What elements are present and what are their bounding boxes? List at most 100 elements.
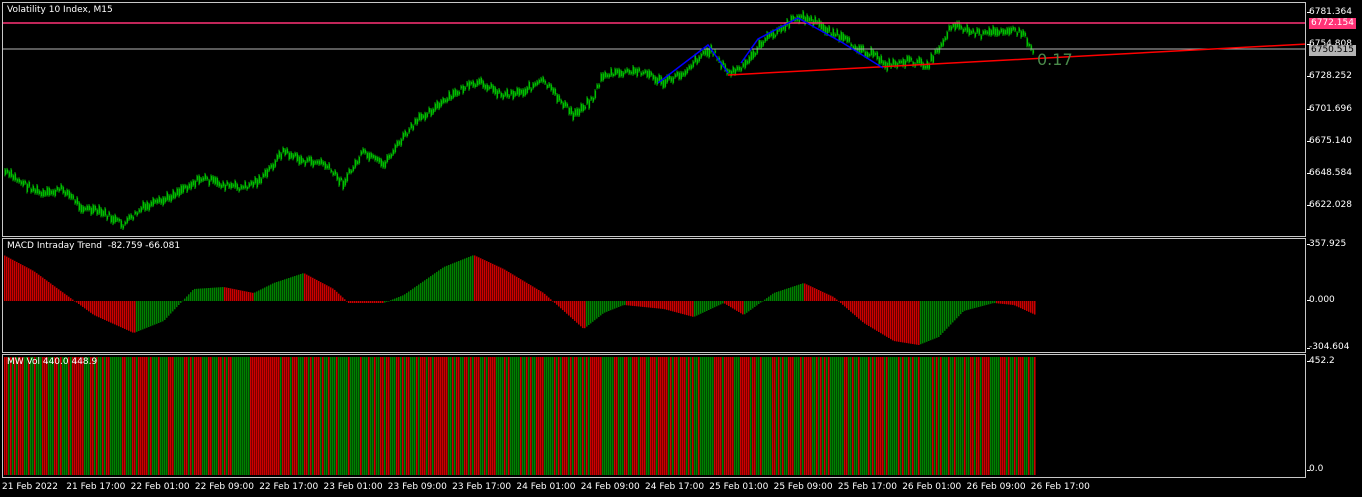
macd-bar: [892, 301, 894, 341]
macd-pane[interactable]: MACD Intraday Trend -82.759 -66.081: [2, 238, 1306, 353]
macd-bar: [1020, 301, 1022, 309]
candle-body: [810, 16, 813, 21]
macd-bar: [968, 301, 970, 310]
volume-bar: [978, 357, 980, 475]
macd-bar: [938, 301, 940, 337]
volume-bar: [636, 357, 638, 475]
macd-bar: [732, 301, 734, 309]
candle-body: [376, 157, 379, 162]
candle-body: [224, 184, 227, 191]
macd-bar: [304, 273, 306, 301]
volume-bar: [528, 357, 530, 475]
volume-bar: [514, 357, 516, 475]
volume-bar: [956, 357, 958, 475]
volume-bar: [526, 357, 528, 475]
volume-bar: [576, 357, 578, 475]
candle-body: [872, 50, 875, 57]
volume-bar: [930, 357, 932, 475]
macd-bar: [906, 301, 908, 344]
volume-bar: [782, 357, 784, 475]
macd-bar: [546, 295, 548, 301]
volume-bar: [1000, 357, 1002, 475]
candle-body: [476, 80, 479, 86]
macd-bar: [126, 301, 128, 330]
volume-bar: [838, 357, 840, 475]
price-chart-canvas[interactable]: [3, 3, 1306, 237]
volume-bar: [690, 357, 692, 475]
volume-bar: [588, 357, 590, 475]
volume-bar: [368, 357, 370, 475]
volume-bar: [932, 357, 934, 475]
macd-bar: [558, 301, 560, 307]
macd-bar: [770, 295, 772, 301]
volume-bar: [904, 357, 906, 475]
candle-body: [694, 55, 697, 62]
volume-bar: [220, 357, 222, 475]
macd-bar: [390, 300, 392, 301]
candle-body: [468, 81, 471, 90]
volume-bar: [660, 357, 662, 475]
macd-bar: [894, 301, 896, 342]
candle-body: [560, 100, 563, 104]
volume-bar: [530, 357, 532, 475]
macd-bar: [608, 301, 610, 311]
volume-bar: [862, 357, 864, 475]
candle-body: [178, 188, 181, 197]
macd-bar: [974, 301, 976, 309]
candle-body: [386, 155, 389, 162]
macd-bar: [796, 285, 798, 301]
volume-pane[interactable]: MW Vol 440.0 448.9: [2, 354, 1306, 478]
price-tick: 6701.696: [1309, 104, 1352, 114]
volume-bar: [218, 357, 220, 475]
volume-bar: [750, 357, 752, 475]
candle-body: [436, 101, 439, 109]
price-chart-pane[interactable]: Volatility 10 Index, M15 0.17: [2, 2, 1306, 237]
volume-bar: [56, 357, 58, 475]
macd-bar: [486, 261, 488, 301]
macd-bar: [214, 287, 216, 301]
macd-bar: [950, 301, 952, 325]
volume-bar: [494, 357, 496, 475]
macd-bar: [434, 273, 436, 301]
macd-bar: [930, 301, 932, 341]
volume-bar: [70, 357, 72, 475]
volume-bar: [892, 357, 894, 475]
candle-body: [346, 173, 349, 182]
volume-bar: [844, 357, 846, 475]
macd-bar: [530, 285, 532, 301]
candle-body: [522, 89, 525, 97]
macd-bar: [654, 301, 656, 309]
candle-body: [876, 52, 879, 60]
macd-bar: [112, 301, 114, 324]
volume-bar: [796, 357, 798, 475]
macd-bar: [662, 301, 664, 309]
volume-bar: [150, 357, 152, 475]
macd-bar: [24, 266, 26, 301]
volume-bar: [378, 357, 380, 475]
macd-bar: [136, 301, 138, 332]
pattern-line-right: [740, 17, 884, 69]
macd-bar: [392, 299, 394, 301]
candle-body: [908, 56, 911, 62]
volume-bar: [798, 357, 800, 475]
macd-bar: [326, 285, 328, 301]
time-tick: 26 Feb 09:00: [966, 482, 1026, 492]
macd-bar: [738, 301, 740, 312]
volume-bar: [180, 357, 182, 475]
candle-body: [96, 209, 99, 215]
volume-bar: [64, 357, 66, 475]
candle-body: [630, 71, 633, 74]
time-tick: 23 Feb 01:00: [323, 482, 383, 492]
macd-bar: [246, 291, 248, 301]
macd-bar: [330, 287, 332, 301]
volume-bar: [822, 357, 824, 475]
volume-bar: [1028, 357, 1030, 475]
macd-bar: [338, 293, 340, 301]
macd-bar: [808, 285, 810, 301]
candle-body: [982, 31, 985, 35]
candle-body: [328, 163, 331, 169]
volume-bar: [418, 357, 420, 475]
macd-bar: [396, 297, 398, 301]
macd-bar: [586, 301, 588, 327]
candle-body: [646, 70, 649, 77]
